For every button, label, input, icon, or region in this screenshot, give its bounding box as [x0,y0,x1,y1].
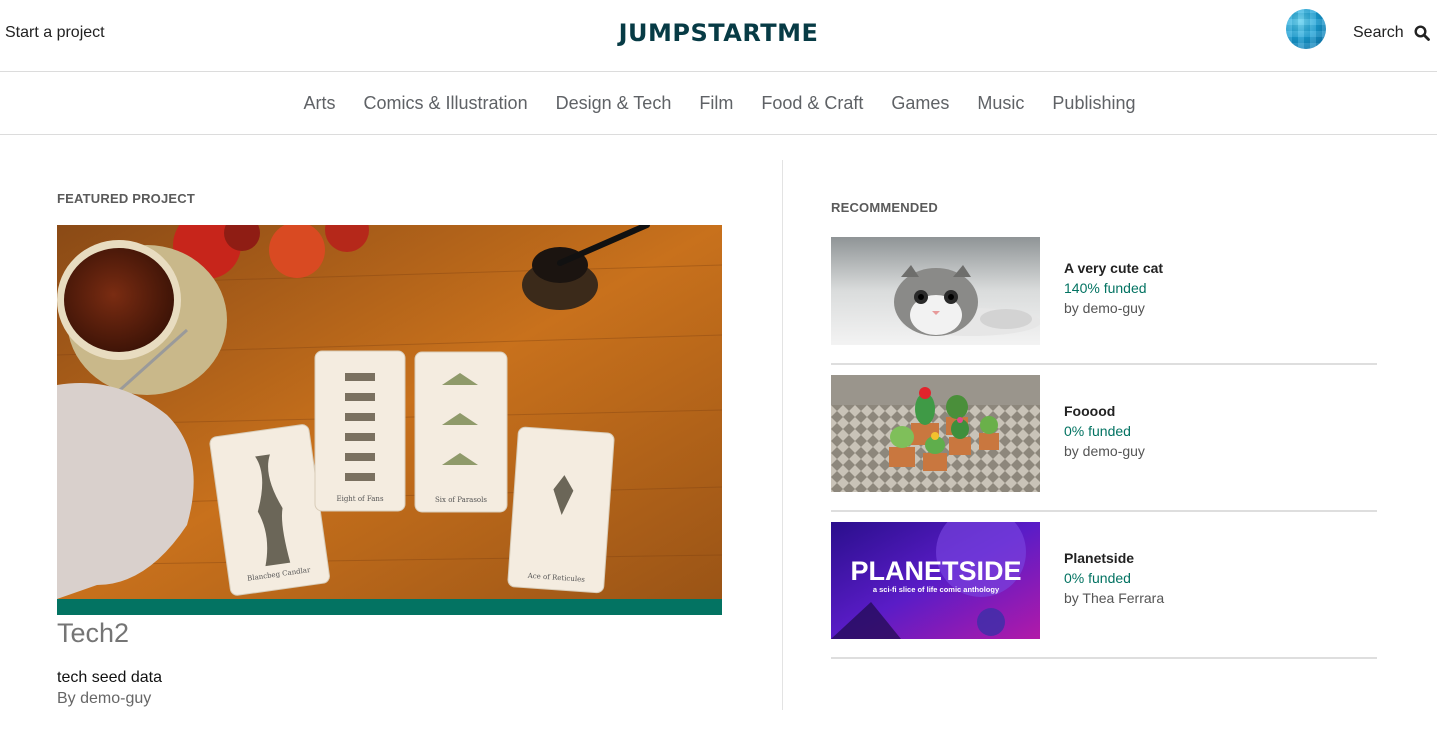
category-design-tech[interactable]: Design & Tech [556,93,672,114]
recommended-item-author[interactable]: by demo-guy [1064,298,1163,319]
featured-project-author[interactable]: By demo-guy [57,690,151,708]
funding-progress-fill [57,599,722,615]
search-label: Search [1353,24,1404,41]
site-logo[interactable]: JUMPSTARTME [0,19,1437,47]
recommended-item[interactable]: Fooood 0% funded by demo-guy [831,375,1377,512]
funding-progress-bar [57,599,722,615]
cactus-image [831,375,1040,492]
category-comics-illustration[interactable]: Comics & Illustration [364,93,528,114]
recommended-item[interactable]: A very cute cat 140% funded by demo-guy [831,237,1377,365]
category-arts[interactable]: Arts [304,93,336,114]
planetside-image: PLANETSIDE a sci-fi slice of life comic … [831,522,1040,639]
featured-project-image[interactable]: Blancbeg Candlar Eight of Fans Six of Pa… [57,225,722,599]
user-avatar[interactable] [1286,9,1326,49]
recommended-item[interactable]: PLANETSIDE a sci-fi slice of life comic … [831,522,1377,659]
planetside-art-title: PLANETSIDE [850,556,1021,586]
category-music[interactable]: Music [977,93,1024,114]
recommended-item-title[interactable]: Planetside [1064,548,1164,568]
recommended-item-funded: 140% funded [1064,280,1147,296]
recommended-item-title[interactable]: A very cute cat [1064,258,1163,278]
recommended-item-author[interactable]: by demo-guy [1064,441,1145,462]
recommended-item-funded: 0% funded [1064,423,1131,439]
column-divider [782,160,783,710]
category-food-craft[interactable]: Food & Craft [761,93,863,114]
featured-project-title[interactable]: Tech2 [57,618,129,649]
top-bar: Start a project JUMPSTARTME Search [0,0,1437,72]
cactus-thumbnail[interactable] [831,375,1040,492]
recommended-item-text: Planetside 0% funded by Thea Ferrara [1064,548,1164,609]
category-games[interactable]: Games [891,93,949,114]
recommended-item-funded: 0% funded [1064,570,1131,586]
category-film[interactable]: Film [699,93,733,114]
tarot-cards-image: Blancbeg Candlar Eight of Fans Six of Pa… [57,225,722,599]
planetside-art-subtitle: a sci-fi slice of life comic anthology [873,585,1000,594]
card-caption-3: Six of Parasols [435,496,487,504]
category-nav: Arts Comics & Illustration Design & Tech… [0,73,1437,135]
recommended-item-author[interactable]: by Thea Ferrara [1064,588,1164,609]
recommended-item-text: A very cute cat 140% funded by demo-guy [1064,258,1163,319]
planetside-thumbnail[interactable]: PLANETSIDE a sci-fi slice of life comic … [831,522,1040,639]
recommended-item-title[interactable]: Fooood [1064,401,1145,421]
magnifier-icon [1414,25,1430,41]
recommended-item-text: Fooood 0% funded by demo-guy [1064,401,1145,462]
search-button[interactable]: Search [1353,24,1430,42]
category-publishing[interactable]: Publishing [1052,93,1135,114]
cat-image [831,237,1040,345]
featured-project-blurb: tech seed data [57,669,162,686]
featured-section-label: FEATURED PROJECT [57,191,196,206]
cat-thumbnail[interactable] [831,237,1040,354]
card-caption-2: Eight of Fans [336,495,383,503]
recommended-section-label: RECOMMENDED [831,200,938,215]
